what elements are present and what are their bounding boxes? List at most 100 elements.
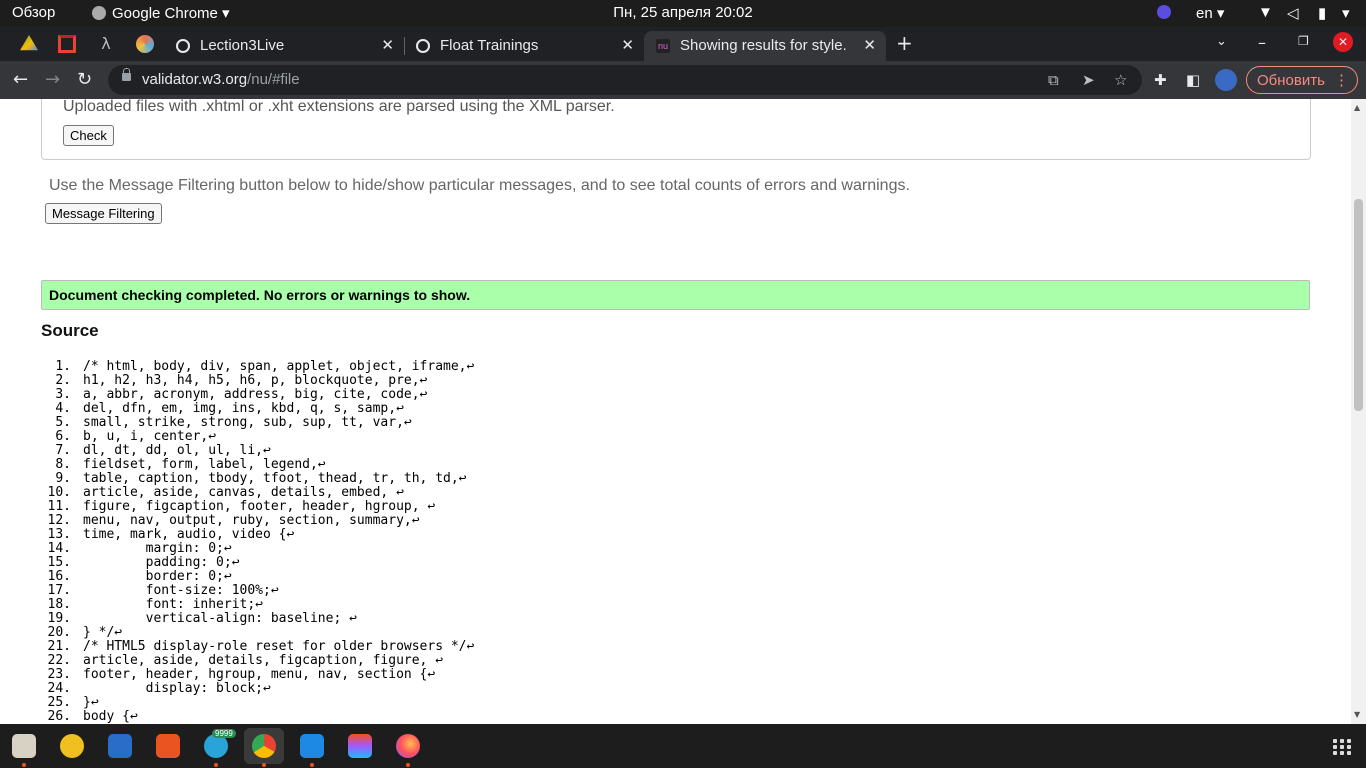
pinned-tab-figma-community-icon[interactable] [136, 35, 154, 53]
tab-validator-results[interactable]: nu Showing results for style. ✕ [644, 31, 886, 61]
line-code: small, strike, strong, sub, sup, tt, var… [83, 415, 412, 430]
line-number: 18. [47, 597, 71, 612]
system-menu-chevron-icon[interactable]: ▾ [1342, 4, 1350, 22]
software-center-icon[interactable] [156, 734, 180, 758]
line-code: } */↩ [83, 625, 123, 640]
kebab-menu-icon[interactable]: ⋮ [1334, 71, 1349, 89]
window-close-button[interactable]: ✕ [1333, 32, 1353, 52]
line-code: font: inherit;↩ [83, 597, 264, 612]
line-code: footer, header, hgroup, menu, nav, secti… [83, 667, 436, 682]
lock-icon[interactable] [122, 68, 131, 81]
success-message: Document checking completed. No errors o… [49, 287, 471, 303]
line-number: 1. [55, 359, 71, 374]
line-number: 19. [47, 611, 71, 626]
line-number: 17. [47, 583, 71, 598]
close-icon[interactable]: ✕ [863, 36, 876, 54]
minimize-button[interactable]: – [1258, 33, 1266, 52]
close-icon[interactable]: ✕ [621, 36, 634, 54]
address-bar[interactable]: validator.w3.org/nu/#file ⧉ ➤ ☆ [108, 65, 1142, 95]
line-number: 21. [47, 639, 71, 654]
reload-button[interactable]: ↻ [77, 69, 92, 90]
system-top-bar: Обзор Google Chrome ▾ Пн, 25 апреля 20:0… [0, 0, 1366, 27]
pinned-tab-gmail-icon[interactable] [58, 35, 76, 53]
pinned-tab-lambda-icon[interactable]: λ [97, 35, 115, 53]
forward-button[interactable]: → [45, 69, 60, 90]
line-code: padding: 0;↩ [83, 555, 240, 570]
tab-float-trainings[interactable]: Float Trainings ✕ [404, 31, 644, 61]
tab-search-chevron-icon[interactable]: ⌄ [1216, 34, 1227, 49]
line-code: vertical-align: baseline; ↩ [83, 611, 357, 626]
url-text[interactable]: validator.w3.org/nu/#file [142, 71, 300, 88]
line-code: article, aside, canvas, details, embed, … [83, 485, 404, 500]
line-number: 3. [55, 387, 71, 402]
line-code: article, aside, details, figcaption, fig… [83, 653, 444, 668]
notification-icon[interactable] [1157, 4, 1171, 21]
back-button[interactable]: ← [13, 69, 28, 90]
line-number: 23. [47, 667, 71, 682]
side-panel-icon[interactable]: ◧ [1186, 71, 1200, 89]
line-number: 20. [47, 625, 71, 640]
tab-lection3live[interactable]: Lection3Live ✕ [164, 31, 404, 61]
translate-icon[interactable]: ⧉ [1048, 71, 1059, 89]
restore-button[interactable]: ❐ [1298, 34, 1309, 48]
line-code: display: block;↩ [83, 681, 271, 696]
scroll-down-arrow-icon[interactable]: ▼ [1354, 710, 1360, 719]
line-number: 9. [55, 471, 71, 486]
source-heading: Source [41, 321, 99, 340]
line-number: 2. [55, 373, 71, 388]
filter-note: Use the Message Filtering button below t… [49, 177, 910, 194]
line-code: dl, dt, dd, ol, ul, li,↩ [83, 443, 271, 458]
line-number: 15. [47, 555, 71, 570]
line-code: h1, h2, h3, h4, h5, h6, p, blockquote, p… [83, 373, 428, 388]
close-icon[interactable]: ✕ [381, 36, 394, 54]
battery-icon[interactable]: ▮ [1318, 4, 1326, 22]
page-content: Uploaded files with .xhtml or .xht exten… [0, 99, 1351, 724]
message-filtering-button[interactable]: Message Filtering [45, 203, 162, 224]
line-code: menu, nav, output, ruby, section, summar… [83, 513, 420, 528]
line-number: 6. [55, 429, 71, 444]
line-number: 10. [47, 485, 71, 500]
text-editor-icon[interactable] [108, 734, 132, 758]
rhythmbox-icon[interactable] [60, 734, 84, 758]
new-tab-button[interactable]: + [896, 31, 913, 55]
line-code: fieldset, form, label, legend,↩ [83, 457, 326, 472]
line-number: 12. [47, 513, 71, 528]
line-number: 22. [47, 653, 71, 668]
language-indicator[interactable]: en ▾ [1196, 4, 1224, 22]
language-label: en [1196, 5, 1213, 22]
line-code: time, mark, audio, video {↩ [83, 527, 295, 542]
line-code: b, u, i, center,↩ [83, 429, 217, 444]
update-label: Обновить [1257, 72, 1325, 89]
w3c-nu-icon: nu [656, 39, 670, 53]
files-icon[interactable] [12, 734, 36, 758]
line-number: 16. [47, 569, 71, 584]
send-icon[interactable]: ➤ [1082, 71, 1095, 89]
firefox-icon[interactable] [396, 734, 420, 758]
tab-title: Lection3Live [200, 37, 285, 54]
line-code: a, abbr, acronym, address, big, cite, co… [83, 387, 428, 402]
url-host: validator.w3.org [142, 71, 248, 88]
update-button[interactable]: Обновить ⋮ [1246, 66, 1358, 94]
line-code: /* html, body, div, span, applet, object… [83, 359, 475, 374]
extensions-puzzle-icon[interactable]: ✚ [1154, 71, 1167, 89]
show-applications-icon[interactable] [1333, 739, 1351, 755]
scroll-thumb[interactable] [1354, 199, 1363, 411]
line-number: 5. [55, 415, 71, 430]
line-code: table, caption, tbody, tfoot, thead, tr,… [83, 471, 467, 486]
wifi-icon[interactable]: ▼ [1258, 4, 1273, 21]
upload-note: Uploaded files with .xhtml or .xht exten… [63, 99, 615, 115]
vscode-icon[interactable] [300, 734, 324, 758]
line-number: 14. [47, 541, 71, 556]
page-scrollbar[interactable]: ▲ ▼ [1351, 99, 1366, 724]
check-button[interactable]: Check [63, 125, 114, 146]
line-code: del, dfn, em, img, ins, kbd, q, s, samp,… [83, 401, 404, 416]
bookmark-star-icon[interactable]: ☆ [1114, 71, 1127, 89]
figma-icon[interactable] [348, 734, 372, 758]
line-code: }↩ [83, 695, 99, 710]
volume-icon[interactable]: ◁ [1287, 4, 1299, 22]
scroll-up-arrow-icon[interactable]: ▲ [1354, 103, 1360, 112]
chrome-icon[interactable] [252, 734, 276, 758]
pinned-tab-drive-icon[interactable] [20, 35, 38, 51]
line-number: 4. [55, 401, 71, 416]
profile-avatar[interactable] [1215, 69, 1237, 91]
